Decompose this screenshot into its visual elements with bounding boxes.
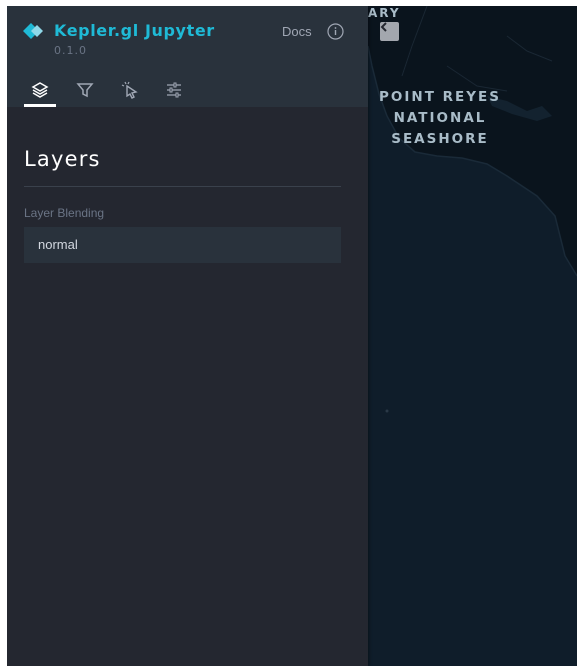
info-icon[interactable] (327, 23, 344, 40)
cursor-click-icon (121, 81, 138, 99)
tab-filters[interactable] (69, 76, 101, 106)
map-park-label-line: NATIONAL (393, 110, 487, 126)
tab-active-indicator (24, 104, 56, 107)
layer-blending-select[interactable]: normal (24, 227, 341, 263)
panel-header: Kepler.gl Jupyter 0.1.0 Docs (7, 6, 368, 107)
layer-blending-label: Layer Blending (24, 206, 105, 220)
app-version: 0.1.0 (54, 44, 87, 57)
layers-icon (31, 82, 49, 98)
chevron-left-icon (380, 22, 387, 32)
collapse-side-panel-button[interactable] (380, 22, 399, 41)
divider (24, 186, 341, 187)
panel-title: Layers (24, 147, 101, 172)
side-panel: Kepler.gl Jupyter 0.1.0 Docs Layers Laye… (7, 6, 368, 666)
kepler-logo-icon (23, 23, 43, 39)
docs-link[interactable]: Docs (282, 24, 312, 39)
tab-map-style[interactable] (158, 76, 190, 106)
app-title: Kepler.gl Jupyter (54, 21, 215, 40)
map-place-label: ARY (368, 6, 401, 20)
sliders-icon (167, 82, 181, 98)
map-park-label: POINT REYES NATIONAL SEASHORE (377, 87, 503, 150)
map-park-label-line: POINT REYES (379, 89, 501, 105)
tab-layers[interactable] (24, 76, 56, 107)
tab-interactions[interactable] (114, 76, 146, 106)
filter-icon (76, 83, 94, 98)
kepler-app: ARY POINT REYES NATIONAL SEASHORE Kepler… (7, 6, 577, 666)
map-park-label-line: SEASHORE (391, 131, 489, 147)
